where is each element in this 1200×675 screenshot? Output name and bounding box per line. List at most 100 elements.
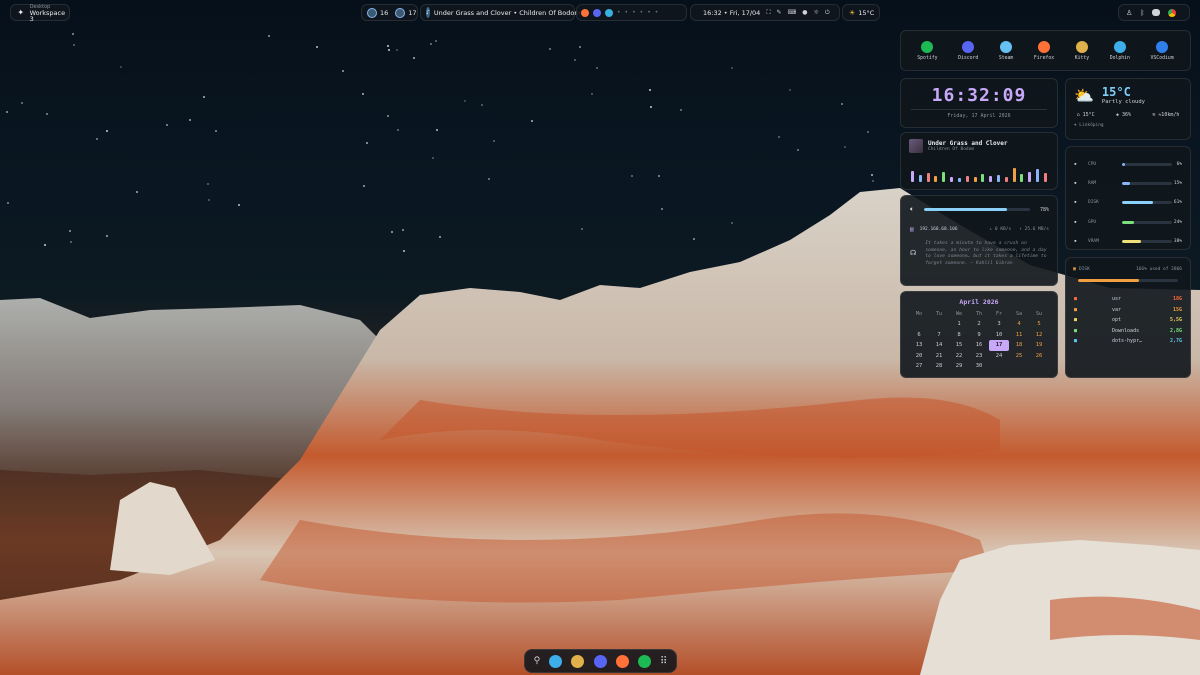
calendar-day[interactable]: 30 [969, 361, 989, 372]
humidity: ◈ 36% [1115, 112, 1132, 118]
keyboard-icon[interactable]: ⌨ [788, 9, 797, 16]
discord-icon[interactable] [593, 654, 607, 668]
dolphin-icon [1113, 40, 1126, 53]
launcher-app-label: Firefox [1033, 55, 1055, 61]
calendar-day[interactable]: 10 [989, 330, 1009, 341]
telegram-icon[interactable] [605, 8, 613, 17]
media-widget-artist: Children Of Bodom [928, 147, 975, 152]
firefox-icon[interactable] [581, 8, 589, 17]
calendar-day[interactable] [929, 319, 949, 330]
calendar-day[interactable]: 19 [1029, 340, 1049, 351]
badge-a: 16 [380, 8, 389, 17]
calendar-day[interactable]: 5 [1029, 319, 1049, 330]
launcher-app[interactable]: Discord [958, 40, 978, 61]
folder-icon: ■ [1074, 306, 1078, 313]
volume-slider[interactable] [924, 208, 1030, 211]
calendar-day[interactable] [989, 361, 1009, 372]
folder-row[interactable]: ■ var 15G [1074, 305, 1182, 316]
weather-pill[interactable]: ☀ 15°C [842, 4, 880, 21]
folder-row[interactable]: ■ opt 5,5G [1074, 315, 1182, 326]
system-monitor: ▪ CPU 6% ▪ RAM 15% ▪ DISK 61% ▪ GPU 24% ▪ VRAM 38% [1065, 146, 1191, 250]
discord-icon[interactable] [593, 8, 601, 17]
dot-icon: • [639, 9, 644, 16]
dot-icon: • [654, 9, 659, 16]
calendar-day[interactable]: 24 [989, 351, 1009, 362]
sysmon-label: RAM [1088, 181, 1097, 187]
weekday-header: Mo [915, 310, 923, 317]
media-pill[interactable]: ♪ Under Grass and Clover • Children Of B… [420, 4, 581, 21]
calendar-day[interactable]: 14 [929, 340, 949, 351]
calendar-day[interactable]: 15 [949, 340, 969, 351]
chrome-icon[interactable] [1168, 8, 1177, 17]
calendar-day[interactable]: 26 [1029, 351, 1049, 362]
dolphin-icon[interactable] [549, 654, 563, 668]
calendar-day[interactable]: 16 [969, 340, 989, 351]
system-tray[interactable]: ♙ ᛒ [1118, 4, 1190, 21]
media-widget[interactable]: Under Grass and Clover Children Of Bodom [900, 132, 1058, 190]
kitty-icon[interactable] [571, 654, 585, 668]
launcher-app[interactable]: Dolphin [1110, 40, 1130, 61]
folder-size: 2,8G [1169, 327, 1182, 334]
calendar-day[interactable]: 1 [949, 319, 969, 330]
calendar-day[interactable]: 25 [1009, 351, 1029, 362]
pin-icon[interactable]: ⚲ [534, 656, 541, 666]
folder-row[interactable]: ■ usr 18G [1074, 294, 1182, 305]
vscodium-icon [1156, 40, 1169, 53]
calendar-day[interactable]: 13 [909, 340, 929, 351]
calendar-day[interactable]: 11 [1009, 330, 1029, 341]
calendar-day[interactable]: 4 [1009, 319, 1029, 330]
launcher-app[interactable]: Spotify [917, 40, 938, 61]
calendar-day[interactable]: 27 [909, 361, 929, 372]
net-up: ↑ 25.6 MB/s [1019, 227, 1049, 232]
volume-icon[interactable]: 🔈︎ [910, 205, 914, 214]
launcher-app[interactable]: Steam [999, 40, 1013, 61]
calendar-day[interactable]: 18 [1009, 340, 1029, 351]
visualizer-bar [942, 172, 946, 182]
calendar-day[interactable] [1009, 361, 1029, 372]
bluetooth-icon[interactable]: ᛒ [1140, 9, 1144, 17]
calendar-day[interactable]: 22 [949, 351, 969, 362]
calendar-day[interactable]: 12 [1029, 330, 1049, 341]
mic-icon[interactable]: ● [802, 9, 807, 16]
tray-pill[interactable]: • • • • • • [576, 4, 687, 21]
folder-row[interactable]: ■ Downloads 2,8G [1074, 326, 1182, 337]
calendar-day[interactable]: 17 [989, 340, 1009, 351]
calendar-day[interactable]: 7 [929, 330, 949, 341]
launcher-app[interactable]: Kitty [1075, 40, 1089, 61]
launcher-app[interactable]: VSCodium [1150, 40, 1174, 61]
power-icon[interactable]: ⏻ [825, 9, 830, 17]
volume-value: 78% [1039, 206, 1049, 213]
dot-icon: • [624, 9, 629, 16]
clock-widget: 16:32:09 Friday, 17 April 2026 [900, 78, 1058, 128]
calendar-day[interactable]: 21 [929, 351, 949, 362]
calendar-day[interactable]: 8 [949, 330, 969, 341]
spotify-icon[interactable] [637, 654, 651, 668]
workspace-indicator[interactable]: ✦ Desktop Workspace 3 [10, 4, 70, 22]
calendar-day[interactable]: 29 [949, 361, 969, 372]
screenshot-icon[interactable]: ⛶ [766, 9, 770, 17]
app-grid-icon[interactable]: ⠿ [660, 656, 667, 667]
brightness-icon[interactable]: ☼ [813, 9, 818, 16]
firefox-icon[interactable] [615, 654, 629, 668]
calendar-day[interactable]: 2 [969, 319, 989, 330]
calendar-day[interactable]: 6 [909, 330, 929, 341]
calendar-day[interactable]: 28 [929, 361, 949, 372]
folder-row[interactable]: ■ dots-hypr… 2,7G [1074, 336, 1182, 347]
status-pill-left[interactable]: 16 17 [361, 4, 418, 21]
calendar-day[interactable] [909, 319, 929, 330]
sysmon-bar [1122, 220, 1172, 224]
clock-pill[interactable]: 16:32 • Fri, 17/04 ⛶ ✎ ⌨ ● ☼ ⏻ [690, 4, 840, 21]
launcher-app[interactable]: Firefox [1033, 40, 1055, 61]
calendar-day[interactable]: 20 [909, 351, 929, 362]
visualizer-bar [1020, 174, 1024, 182]
discord-tray-icon[interactable] [1152, 9, 1161, 16]
calendar-day[interactable] [1029, 361, 1049, 372]
pen-icon[interactable]: ✎ [777, 9, 782, 16]
discord-icon [962, 40, 975, 53]
launcher-app-label: VSCodium [1150, 55, 1174, 61]
calendar-day[interactable]: 9 [969, 330, 989, 341]
calendar-day[interactable]: 3 [989, 319, 1009, 330]
calendar-day[interactable]: 23 [969, 351, 989, 362]
folder-icon: ■ [1074, 338, 1078, 345]
network-icon[interactable]: ♙ [1126, 9, 1132, 17]
